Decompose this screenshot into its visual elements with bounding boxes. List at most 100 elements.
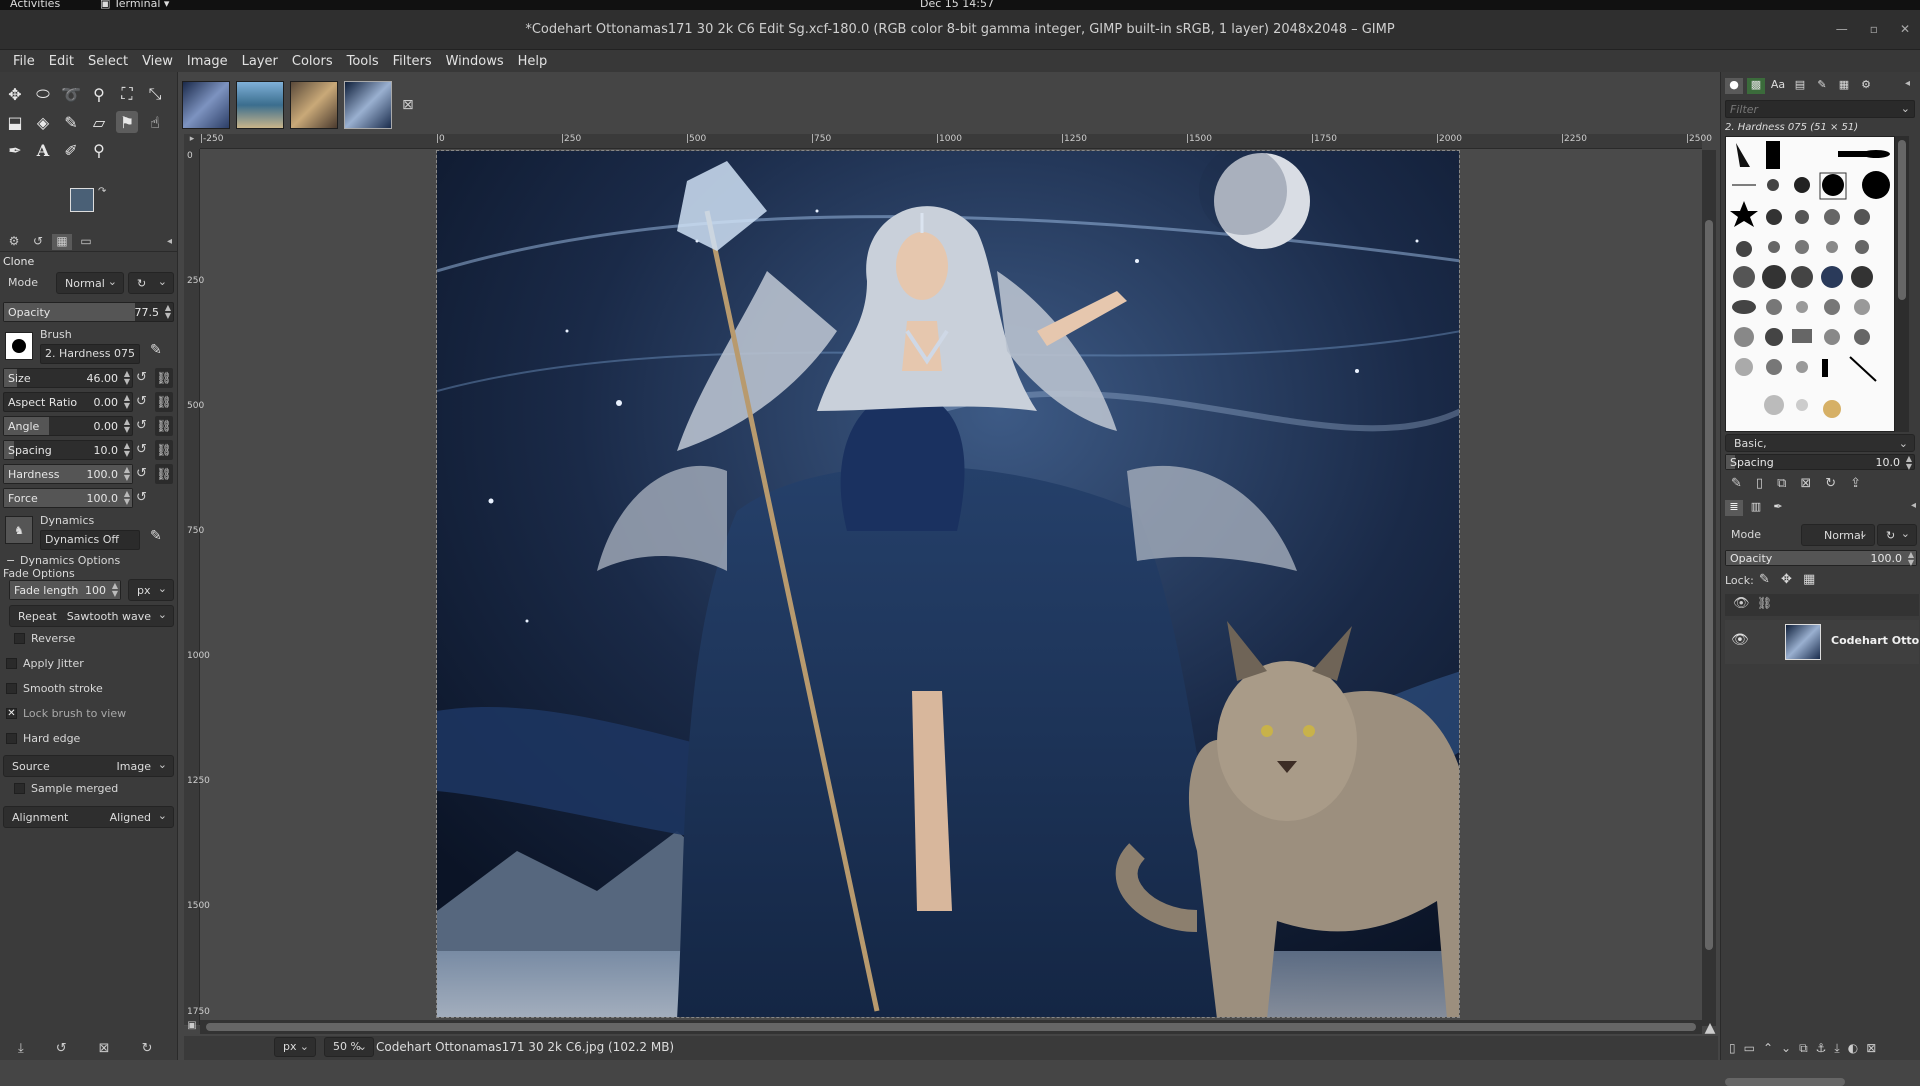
image-tab-thumbnail[interactable] xyxy=(236,81,284,129)
text-tool-icon[interactable]: A xyxy=(32,139,54,161)
layers-hscroll-thumb[interactable] xyxy=(1725,1078,1845,1086)
menu-view[interactable]: View xyxy=(135,54,180,69)
link-angle-icon[interactable]: ⛓ xyxy=(155,416,173,436)
restore-options-icon[interactable]: ↺ xyxy=(56,1041,67,1056)
spin-arrows-icon[interactable]: ▲ ▼ xyxy=(112,582,118,598)
delete-brush-icon[interactable]: ⊠ xyxy=(1800,476,1811,491)
vertical-scrollbar[interactable] xyxy=(1702,150,1716,1026)
edit-dynamics-icon[interactable]: ✎ xyxy=(150,528,162,544)
layer-mode-select[interactable]: Normal ⌄ xyxy=(1801,524,1875,546)
layer-name[interactable]: Codehart Ottor xyxy=(1831,634,1920,647)
menu-windows[interactable]: Windows xyxy=(439,54,511,69)
undo-history-tab-icon[interactable]: ↺ xyxy=(28,234,48,250)
device-status-tab-icon[interactable]: ▦ xyxy=(52,233,72,250)
paintbrush-icon[interactable]: ✎ xyxy=(60,111,82,133)
paths-tool-icon[interactable]: ✒ xyxy=(4,139,26,161)
delete-options-icon[interactable]: ⊠ xyxy=(99,1041,110,1056)
image-tab-thumbnail-active[interactable] xyxy=(344,81,392,129)
opacity-slider[interactable]: Opacity 77.5 ▲ ▼ xyxy=(3,302,174,322)
brush-grid-scrollbar[interactable] xyxy=(1895,136,1909,432)
menu-select[interactable]: Select xyxy=(81,54,135,69)
maximize-icon[interactable]: ▫ xyxy=(1870,22,1878,36)
mode-select[interactable]: Normal ⌄ xyxy=(56,272,124,294)
dynamics-icon[interactable]: ♞ xyxy=(5,516,33,544)
configure-tab-icon[interactable]: ◂ xyxy=(167,236,172,247)
gradients-tab-icon[interactable]: ▦ xyxy=(1835,78,1853,94)
spacing-slider[interactable]: Spacing 10.0 ▲ ▼ xyxy=(3,440,133,460)
anchor-layer-icon[interactable]: ⚓ xyxy=(1816,1041,1827,1056)
lasso-select-icon[interactable]: ➰ xyxy=(60,83,82,105)
app-menu[interactable]: ▣ Terminal ▾ xyxy=(100,0,169,10)
fade-length-slider[interactable]: Fade length 100 ▲ ▼ xyxy=(9,580,121,600)
reset-size-icon[interactable]: ↺ xyxy=(136,371,150,385)
brush-spacing-slider[interactable]: Spacing 10.0 ▲ ▼ xyxy=(1725,454,1915,471)
fuzzy-select-icon[interactable]: ⚲ xyxy=(88,83,110,105)
layer-mask-icon[interactable]: ◐ xyxy=(1848,1041,1858,1056)
size-slider[interactable]: Size 46.00 ▲ ▼ xyxy=(3,368,133,388)
paths-tab-icon[interactable]: ✒ xyxy=(1769,500,1787,516)
scroll-thumb[interactable] xyxy=(206,1023,1696,1031)
menu-layer[interactable]: Layer xyxy=(235,54,285,69)
link-hardness-icon[interactable]: ⛓ xyxy=(155,464,173,484)
brushes-tab-icon[interactable]: ● xyxy=(1725,78,1743,94)
fonts-tab-icon[interactable]: Aa xyxy=(1769,78,1787,94)
fade-unit-select[interactable]: px ⌄ xyxy=(128,579,174,601)
collapse-icon[interactable]: − xyxy=(6,554,15,567)
alignment-select[interactable]: Alignment Aligned ⌄ xyxy=(3,806,174,828)
vertical-ruler[interactable]: 0 250 500 750 1000 1250 1500 1750 xyxy=(184,149,210,1025)
new-layer-group-icon[interactable]: ▭ xyxy=(1744,1041,1755,1056)
brush-tag-select[interactable]: Basic, ⌄ xyxy=(1725,434,1915,452)
menu-image[interactable]: Image xyxy=(180,54,235,69)
layers-tab-icon[interactable]: ≣ xyxy=(1725,500,1743,516)
unit-select[interactable]: px ⌄ xyxy=(274,1037,316,1057)
spin-arrows-icon[interactable]: ▲ ▼ xyxy=(165,304,171,320)
lock-brush-checkbox[interactable]: ✕ Lock brush to view xyxy=(6,707,126,720)
menu-file[interactable]: File xyxy=(6,54,42,69)
spin-arrows-icon[interactable]: ▲ ▼ xyxy=(124,466,130,482)
sample-merged-checkbox[interactable]: Sample merged xyxy=(14,782,118,795)
menu-colors[interactable]: Colors xyxy=(285,54,340,69)
image-tab-thumbnail[interactable] xyxy=(182,81,230,129)
dynamics-options-expander[interactable]: Dynamics Options xyxy=(20,554,120,567)
brush-grid[interactable] xyxy=(1725,136,1895,432)
merge-down-icon[interactable]: ⤓ xyxy=(1834,1041,1839,1056)
duplicate-brush-icon[interactable]: ⧉ xyxy=(1777,476,1786,491)
horizontal-scrollbar[interactable] xyxy=(200,1020,1702,1034)
angle-slider[interactable]: Angle 0.00 ▲ ▼ xyxy=(3,416,133,436)
scroll-thumb[interactable] xyxy=(1705,220,1713,950)
minimize-icon[interactable]: — xyxy=(1836,22,1848,36)
menu-edit[interactable]: Edit xyxy=(42,54,81,69)
spin-arrows-icon[interactable]: ▲ ▼ xyxy=(1906,455,1912,471)
color-swatches[interactable]: ↷ xyxy=(70,186,130,238)
reset-hardness-icon[interactable]: ↺ xyxy=(136,467,150,481)
edit-brush-icon[interactable]: ✎ xyxy=(150,342,162,358)
horizontal-ruler[interactable]: |-250 |0 |250 |500 |750 |1000 |1250 |150… xyxy=(200,134,1712,149)
repeat-select[interactable]: Repeat Sawtooth wave ⌄ xyxy=(9,605,174,627)
save-options-icon[interactable]: ⤓ xyxy=(18,1041,24,1056)
spin-arrows-icon[interactable]: ▲ ▼ xyxy=(124,418,130,434)
lock-alpha-icon[interactable]: ▦ xyxy=(1803,572,1815,587)
clock[interactable]: Dec 15 14:57 xyxy=(920,0,994,10)
link-size-icon[interactable]: ⛓ xyxy=(155,368,173,388)
bucket-fill-icon[interactable]: ◈ xyxy=(32,111,54,133)
open-as-image-icon[interactable]: ⇪ xyxy=(1850,476,1861,491)
images-tab-icon[interactable]: ▭ xyxy=(76,234,96,250)
quickmask-corner-icon[interactable]: ▸ xyxy=(184,134,200,149)
swap-colors-icon[interactable]: ↷ xyxy=(98,186,106,197)
hardness-slider[interactable]: Hardness 100.0 ▲ ▼ xyxy=(3,464,133,484)
zoom-tool-icon[interactable]: ⚲ xyxy=(88,139,110,161)
spin-arrows-icon[interactable]: ▲ ▼ xyxy=(1908,551,1914,567)
close-tab-icon[interactable]: ⊠ xyxy=(402,97,414,113)
edit-brush-icon[interactable]: ✎ xyxy=(1731,476,1742,491)
force-slider[interactable]: Force 100.0 ▲ ▼ xyxy=(3,488,133,508)
warp-tool-icon[interactable]: ⬓ xyxy=(4,111,26,133)
paint-dynamics-tab-icon[interactable]: ✎ xyxy=(1813,78,1831,94)
dynamics-field[interactable]: Dynamics Off xyxy=(40,530,140,550)
color-picker-icon[interactable]: ✐ xyxy=(60,139,82,161)
reset-aspect-icon[interactable]: ↺ xyxy=(136,395,150,409)
link-spacing-icon[interactable]: ⛓ xyxy=(155,440,173,460)
lock-position-icon[interactable]: ✥ xyxy=(1781,572,1792,587)
refresh-brushes-icon[interactable]: ↻ xyxy=(1825,476,1836,491)
brush-name-field[interactable]: 2. Hardness 075 xyxy=(40,344,140,364)
apply-jitter-checkbox[interactable]: Apply Jitter xyxy=(6,657,84,670)
